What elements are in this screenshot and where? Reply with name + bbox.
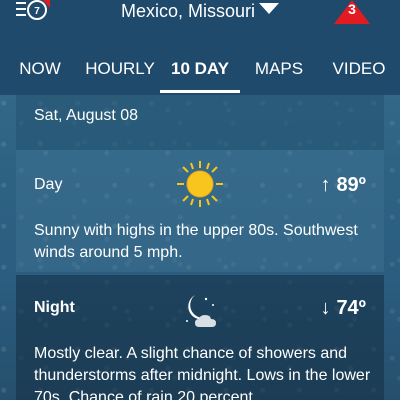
tab-maps[interactable]: MAPS — [246, 54, 312, 94]
top-bar: 7 Mexico, Missouri 3 NOW HOURLY 10 DAY M… — [0, 0, 400, 95]
moon-cloud-icon — [186, 295, 216, 327]
night-description: Mostly clear. A slight chance of showers… — [34, 345, 371, 400]
day-forecast-card[interactable]: Day ↑ 89º Sunny with highs in the upper 8… — [16, 150, 384, 272]
night-low-temp: ↓ 74º — [320, 297, 366, 320]
night-temp-value: 74º — [336, 297, 366, 319]
tab-now[interactable]: NOW — [8, 54, 72, 94]
day-high-temp: ↑ 89º — [320, 174, 366, 197]
night-label: Night — [34, 299, 75, 316]
night-forecast-card[interactable]: Night ↓ 74º Mostly clear. A slight chance… — [16, 275, 384, 400]
tab-10-day[interactable]: 10 DAY — [162, 54, 238, 94]
day-label: Day — [34, 176, 63, 193]
tab-bar: NOW HOURLY 10 DAY MAPS VIDEO — [0, 54, 400, 94]
tab-video[interactable]: VIDEO — [326, 54, 392, 94]
arrow-up-icon: ↑ — [320, 174, 331, 196]
tab-hourly[interactable]: HOURLY — [82, 54, 158, 94]
arrow-down-icon: ↓ — [320, 297, 331, 319]
sunny-icon — [177, 161, 223, 207]
chevron-down-icon — [259, 3, 280, 14]
forecast-date-row: Sat, August 08 — [16, 95, 384, 150]
location-label: Mexico, Missouri — [120, 1, 256, 21]
day-description: Sunny with highs in the upper 80s. South… — [34, 222, 358, 261]
alert-count-badge: 3 — [348, 1, 356, 17]
forecast-date: Sat, August 08 — [34, 107, 139, 124]
active-tab-indicator — [160, 90, 240, 93]
day-temp-value: 89º — [336, 174, 366, 196]
